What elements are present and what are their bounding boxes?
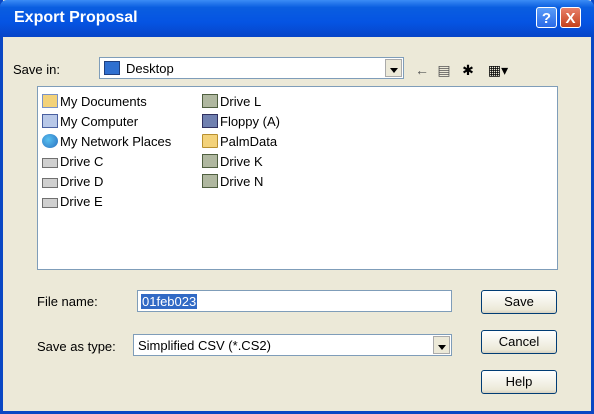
save-type-label: Save as type: [37, 339, 116, 354]
chevron-down-icon[interactable] [385, 59, 402, 77]
list-item-label: Drive D [60, 174, 104, 189]
list-item-label: Drive C [60, 154, 104, 169]
list-item-label: Floppy (A) [220, 114, 280, 129]
views-menu-icon[interactable]: ▦▾ [485, 62, 511, 78]
title-help-button[interactable]: ? [536, 7, 557, 28]
list-item-label: My Network Places [60, 134, 172, 149]
drive-icon [42, 198, 58, 208]
back-arrow-icon[interactable]: ← [413, 62, 431, 78]
list-item-label: PalmData [220, 134, 278, 149]
help-button[interactable]: Help [481, 370, 557, 394]
list-item-label: Drive K [220, 154, 263, 169]
new-folder-icon[interactable]: ✱ [459, 62, 477, 78]
file-name-value: 01feb023 [141, 294, 198, 309]
list-item[interactable]: My Network Places [42, 133, 171, 151]
save-in-label: Save in: [13, 62, 60, 77]
list-item-label: Drive L [220, 94, 262, 109]
title-close-button[interactable]: X [560, 7, 581, 28]
list-item[interactable]: Drive C [42, 153, 103, 171]
list-item-label: Drive N [220, 174, 264, 189]
list-item[interactable]: Drive K [202, 153, 263, 171]
list-item[interactable]: Floppy (A) [202, 113, 280, 131]
my-documents-icon [42, 94, 58, 108]
list-item[interactable]: PalmData [202, 133, 277, 151]
list-item[interactable]: Drive D [42, 173, 103, 191]
network-drive-icon [202, 154, 218, 168]
dialog-title: Export Proposal [14, 9, 138, 26]
save-type-value: Simplified CSV (*.CS2) [138, 338, 271, 353]
network-drive-icon [202, 94, 218, 108]
list-item-label: Drive E [60, 194, 103, 209]
list-item-label: My Documents [60, 94, 147, 109]
cancel-button[interactable]: Cancel [481, 330, 557, 354]
file-name-label: File name: [37, 294, 98, 309]
list-item[interactable]: Drive N [202, 173, 263, 191]
list-item[interactable]: My Computer [42, 113, 138, 131]
export-dialog: Export Proposal ? X Save in: Desktop ← ▤… [0, 0, 594, 414]
floppy-icon [202, 114, 218, 128]
list-item[interactable]: Drive L [202, 93, 261, 111]
folder-icon [202, 134, 218, 148]
list-item[interactable]: Drive E [42, 193, 103, 211]
file-name-field[interactable]: 01feb023 [137, 290, 452, 312]
up-folder-icon[interactable]: ▤ [435, 62, 453, 78]
my-computer-icon [42, 114, 58, 128]
save-in-value: Desktop [126, 61, 174, 76]
file-list[interactable]: My Documents My Computer My Network Plac… [37, 86, 558, 270]
title-bar[interactable]: Export Proposal ? X [0, 0, 594, 37]
list-item-label: My Computer [60, 114, 139, 129]
network-places-icon [42, 134, 58, 148]
network-drive-icon [202, 174, 218, 188]
save-in-dropdown[interactable]: Desktop [99, 57, 404, 79]
list-item[interactable]: My Documents [42, 93, 147, 111]
drive-icon [42, 178, 58, 188]
save-type-dropdown[interactable]: Simplified CSV (*.CS2) [133, 334, 452, 356]
chevron-down-icon[interactable] [433, 336, 450, 354]
drive-icon [42, 158, 58, 168]
desktop-icon [104, 61, 122, 76]
save-button[interactable]: Save [481, 290, 557, 314]
